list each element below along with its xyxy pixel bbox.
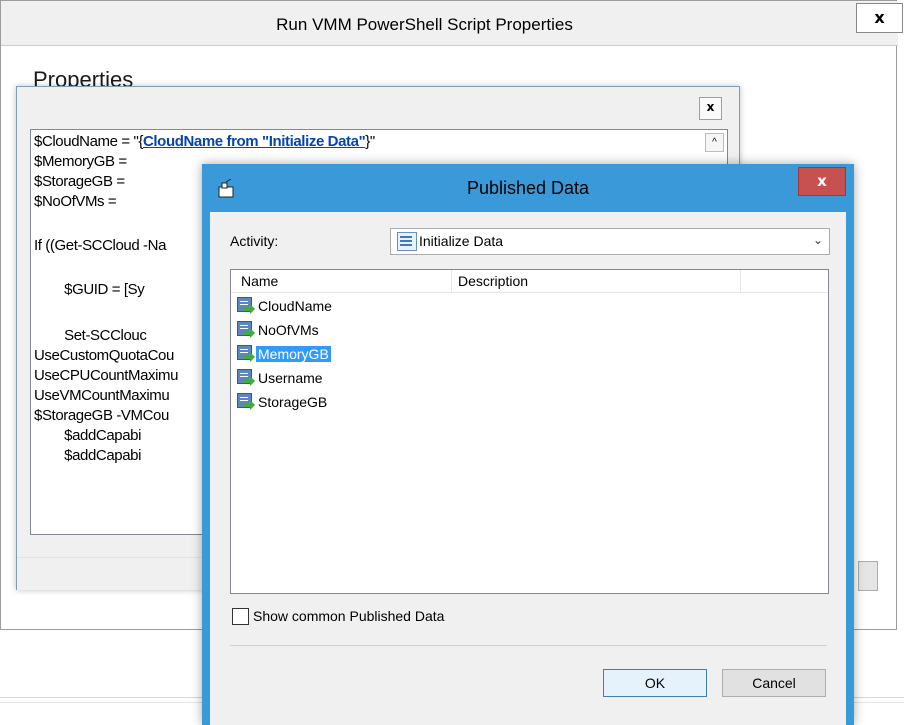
script-text: $GUID = [Sy — [34, 281, 145, 298]
divider — [230, 645, 827, 646]
column-header-name[interactable]: Name — [241, 273, 278, 289]
published-data-close-button[interactable]: x — [798, 167, 846, 196]
script-line: UseCustomQuotaCou — [34, 346, 174, 366]
activity-label: Activity: — [230, 233, 279, 249]
script-text: }" — [365, 133, 375, 150]
script-line: $addCapabi — [34, 426, 141, 446]
published-data-list[interactable]: Name Description CloudName NoOfVMs MemoryG… — [230, 269, 829, 594]
list-item-label: CloudName — [258, 298, 332, 314]
list-item-label: StorageGB — [258, 394, 328, 410]
script-line: $MemoryGB = — [34, 152, 127, 172]
script-text: UseVMCountMaximu — [34, 387, 170, 404]
activity-table-icon — [397, 232, 417, 251]
script-line: $CloudName = "{CloudName from "Initializ… — [34, 132, 375, 152]
script-text: $StorageGB -VMCou — [34, 407, 169, 424]
script-line: Set-SCClouc — [34, 326, 147, 346]
scroll-up-arrow-icon[interactable]: ^ — [705, 133, 724, 152]
script-text: UseCPUCountMaximu — [34, 367, 179, 384]
outer-title-bar: Run VMM PowerShell Script Properties — [1, 1, 898, 46]
script-line: $StorageGB = — [34, 172, 125, 192]
script-text: $NoOfVMs = — [34, 193, 117, 210]
script-text: Set-SCClouc — [34, 327, 147, 344]
published-data-title: Published Data — [466, 178, 590, 198]
chevron-down-icon: ⌄ — [812, 233, 823, 247]
column-header-description[interactable]: Description — [458, 273, 528, 289]
script-dialog-close-button[interactable]: x — [699, 97, 722, 120]
published-data-dialog: Published Data x Activity: Initialize Da… — [202, 164, 854, 725]
published-data-link[interactable]: CloudName from "Initialize Data" — [143, 133, 366, 150]
script-text: UseCustomQuotaCou — [34, 347, 174, 364]
list-item-label: Username — [258, 370, 323, 386]
cancel-button[interactable]: Cancel — [722, 669, 826, 697]
outer-close-button[interactable]: x — [856, 3, 903, 33]
script-line: UseVMCountMaximu — [34, 386, 170, 406]
script-text: $CloudName = "{ — [34, 133, 143, 150]
column-separator[interactable] — [451, 270, 452, 292]
activity-value: Initialize Data — [419, 233, 504, 249]
published-data-item-icon — [237, 369, 255, 387]
script-line: $GUID = [Sy — [34, 280, 145, 300]
script-text: $StorageGB = — [34, 173, 125, 190]
list-item-label: NoOfVMs — [258, 322, 319, 338]
list-header: Name Description — [231, 270, 828, 293]
script-line: UseCPUCountMaximu — [34, 366, 178, 386]
ok-button[interactable]: OK — [603, 669, 707, 697]
published-data-item-icon — [237, 321, 255, 339]
script-text: If ((Get-SCCloud -Na — [34, 237, 167, 254]
show-common-label[interactable]: Show common Published Data — [253, 608, 444, 624]
list-item-label: MemoryGB — [256, 346, 331, 362]
script-text: $addCapabi — [34, 427, 142, 444]
script-text: $addCapabi — [34, 447, 142, 464]
script-line: $addCapabi — [34, 446, 141, 466]
show-common-checkbox[interactable] — [232, 608, 249, 625]
properties-heading: Properties — [33, 67, 134, 87]
script-text: $MemoryGB = — [34, 153, 127, 170]
published-data-item-icon — [237, 345, 255, 363]
outer-window-title: Run VMM PowerShell Script Properties — [276, 15, 573, 34]
activity-select[interactable]: Initialize Data ⌄ — [390, 228, 830, 255]
script-line: If ((Get-SCCloud -Na — [34, 236, 166, 256]
published-data-item-icon — [237, 393, 255, 411]
script-line: $StorageGB -VMCou — [34, 406, 169, 426]
published-data-body: Activity: Initialize Data ⌄ Name Descrip… — [210, 212, 846, 725]
published-data-item-icon — [237, 297, 255, 315]
column-separator[interactable] — [740, 270, 741, 292]
script-line: $NoOfVMs = — [34, 192, 117, 212]
outer-partial-button[interactable] — [858, 561, 878, 591]
